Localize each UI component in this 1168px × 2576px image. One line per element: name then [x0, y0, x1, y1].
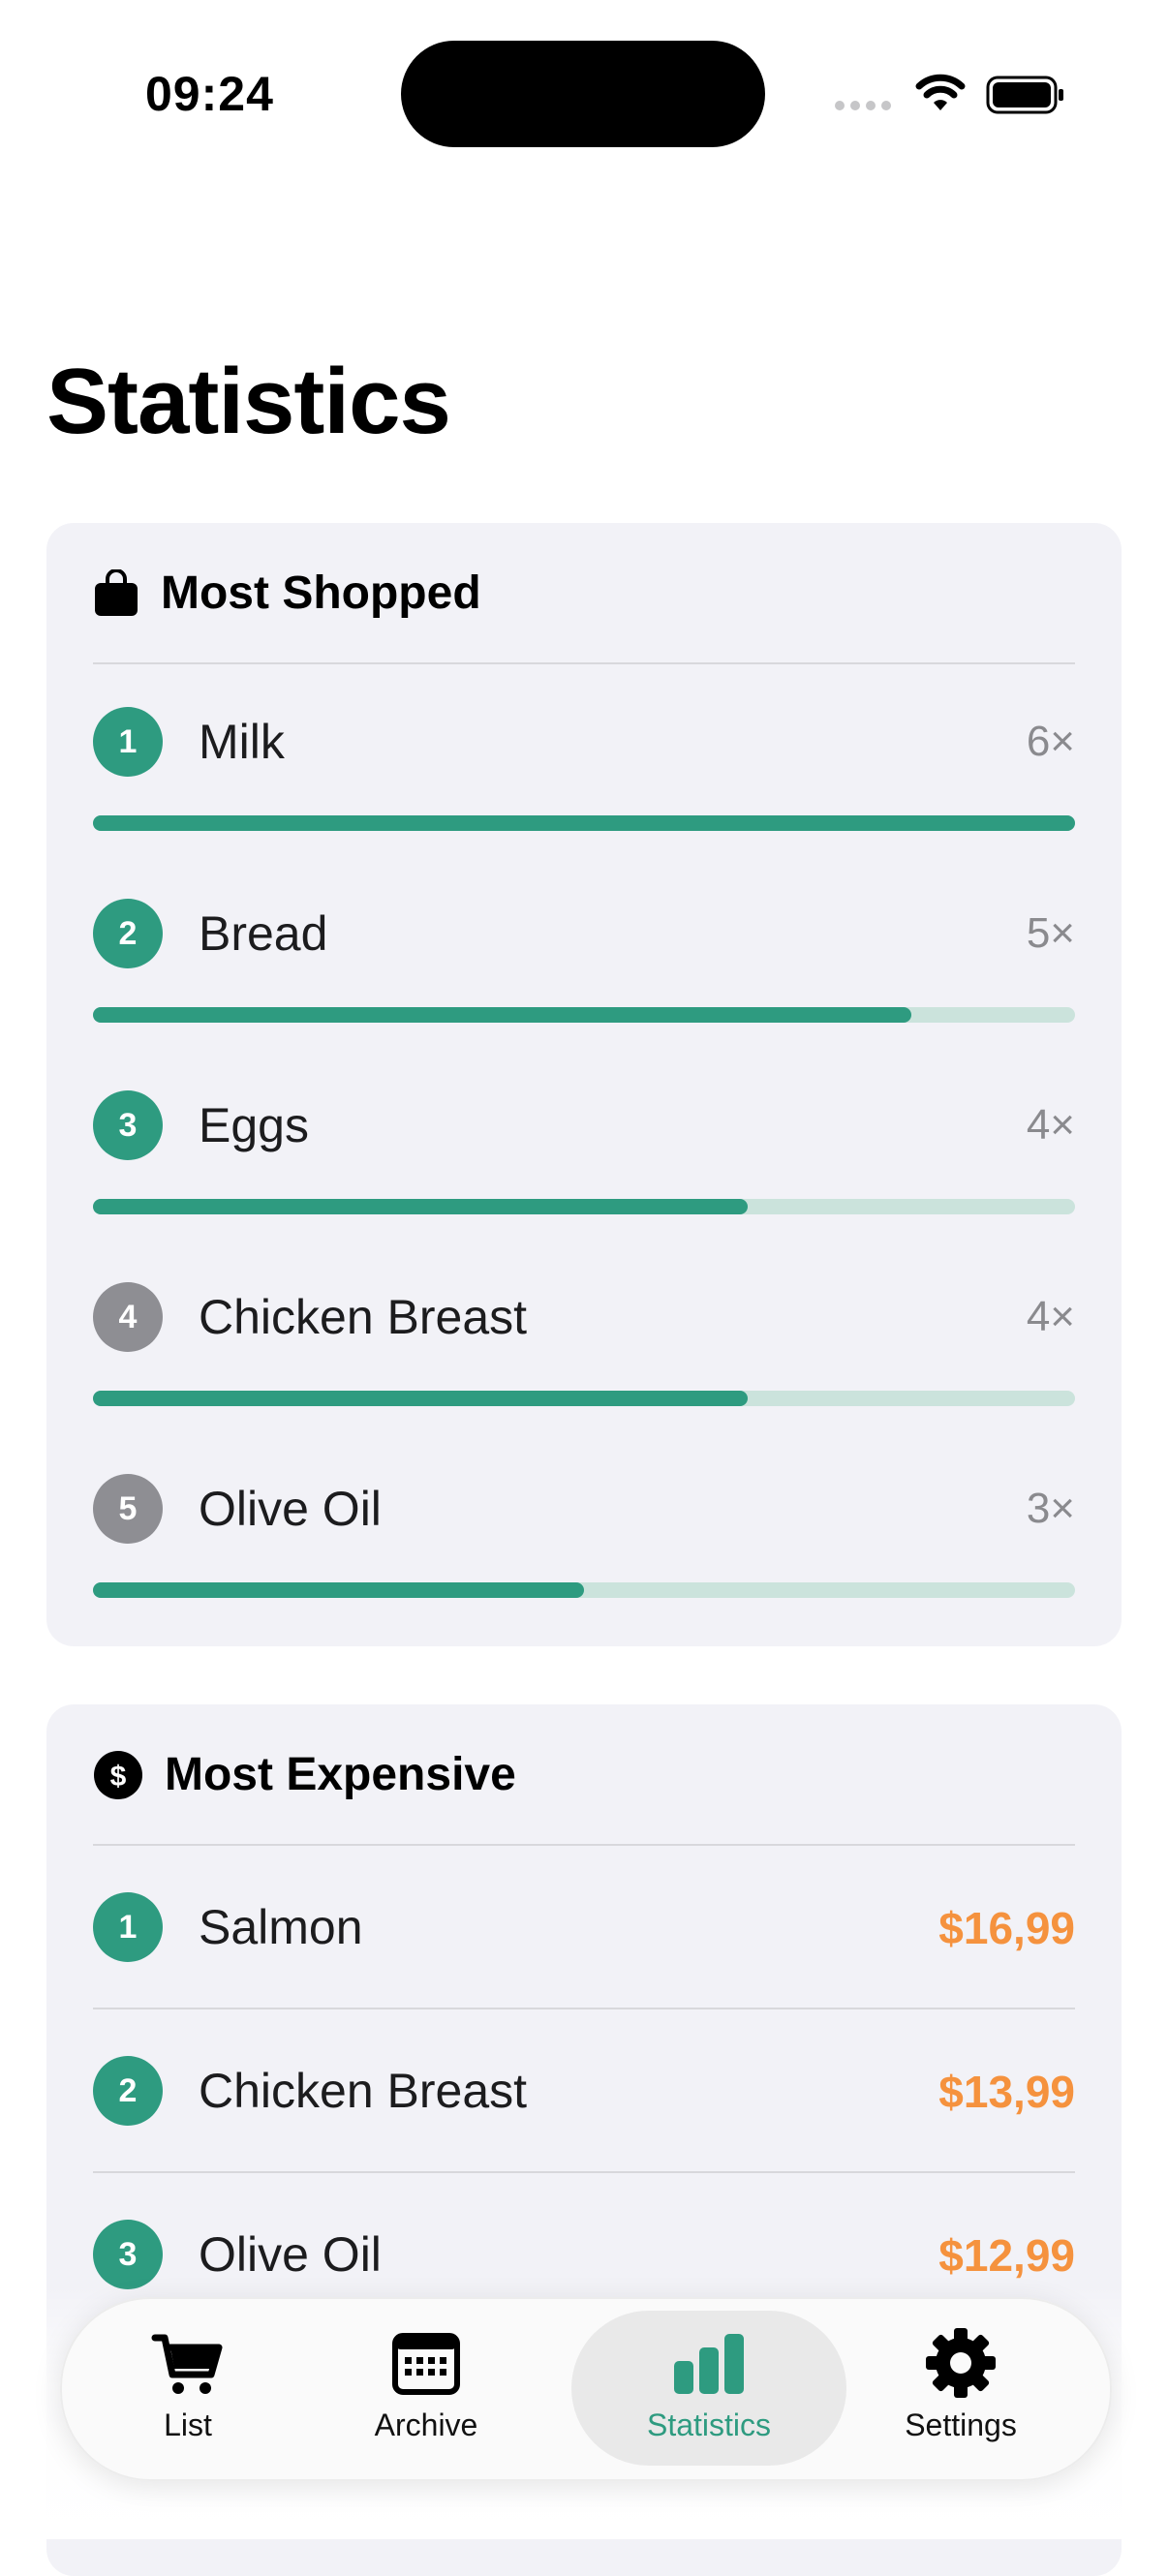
- most-shopped-card: Most Shopped 1 Milk 6× 2 Bread 5× 3 Eggs…: [46, 523, 1122, 1646]
- tab-list[interactable]: List: [62, 2311, 314, 2466]
- dynamic-island: [401, 41, 765, 147]
- rank-badge: 2: [93, 899, 163, 968]
- frequency-bar: [93, 1007, 1075, 1023]
- tab-label: List: [164, 2407, 212, 2442]
- status-time: 09:24: [145, 67, 274, 121]
- tab-bar: List Archive Statistics Settings: [60, 2297, 1112, 2481]
- dollar-circle-icon: $: [94, 1750, 142, 1799]
- most-shopped-header: Most Shopped: [93, 523, 481, 663]
- item-name: Bread: [199, 906, 328, 961]
- item-name: Chicken Breast: [199, 2064, 528, 2118]
- page-title: Statistics: [46, 350, 451, 453]
- rank-badge: 1: [93, 707, 163, 777]
- rank-badge: 3: [93, 2220, 163, 2289]
- tab-label: Settings: [905, 2407, 1017, 2442]
- divider: [93, 1844, 1075, 1846]
- item-count: 4×: [1026, 1101, 1075, 1149]
- frequency-bar-fill: [93, 1582, 584, 1598]
- calendar-icon: [392, 2333, 460, 2395]
- item-name: Salmon: [199, 1900, 363, 1954]
- frequency-bar-fill: [93, 815, 1075, 831]
- item-price: $16,99: [938, 1903, 1075, 1953]
- shopping-bag-icon: [95, 568, 138, 616]
- tab-statistics[interactable]: Statistics: [571, 2311, 846, 2466]
- most-expensive-header: $ Most Expensive: [93, 1704, 516, 1845]
- cellular-signal-icon: [835, 101, 891, 110]
- rank-badge: 3: [93, 1090, 163, 1160]
- divider: [93, 662, 1075, 664]
- rank-badge: 5: [93, 1474, 163, 1544]
- item-count: 3×: [1026, 1485, 1075, 1532]
- item-name: Olive Oil: [199, 1482, 382, 1536]
- bar-chart-icon: [674, 2334, 744, 2394]
- tab-label: Statistics: [646, 2407, 772, 2442]
- frequency-bar-fill: [93, 1391, 749, 1406]
- item-name: Chicken Breast: [199, 1290, 528, 1344]
- most-expensive-title: Most Expensive: [165, 1749, 516, 1800]
- frequency-bar: [93, 1391, 1075, 1406]
- tab-archive[interactable]: Archive: [300, 2311, 552, 2466]
- frequency-bar: [93, 815, 1075, 831]
- item-price: $13,99: [938, 2067, 1075, 2117]
- item-name: Olive Oil: [199, 2227, 382, 2282]
- svg-text:$: $: [110, 1761, 127, 1793]
- tab-label: Archive: [374, 2407, 478, 2442]
- divider: [93, 2008, 1075, 2009]
- item-count: 6×: [1026, 718, 1075, 765]
- battery-icon: [986, 76, 1063, 114]
- item-count: 4×: [1026, 1293, 1075, 1340]
- most-shopped-title: Most Shopped: [161, 567, 481, 619]
- item-count: 5×: [1026, 909, 1075, 957]
- frequency-bar: [93, 1582, 1075, 1598]
- tab-settings[interactable]: Settings: [835, 2311, 1087, 2466]
- wifi-icon: [915, 74, 966, 110]
- rank-badge: 2: [93, 2056, 163, 2126]
- rank-badge: 1: [93, 1892, 163, 1962]
- gear-icon: [926, 2328, 996, 2398]
- item-name: Eggs: [199, 1098, 309, 1152]
- item-name: Milk: [199, 715, 285, 769]
- rank-badge: 4: [93, 1282, 163, 1352]
- cart-icon: [151, 2334, 223, 2394]
- divider: [93, 2171, 1075, 2173]
- item-price: $12,99: [938, 2230, 1075, 2281]
- frequency-bar-fill: [93, 1199, 749, 1214]
- frequency-bar: [93, 1199, 1075, 1214]
- frequency-bar-fill: [93, 1007, 911, 1023]
